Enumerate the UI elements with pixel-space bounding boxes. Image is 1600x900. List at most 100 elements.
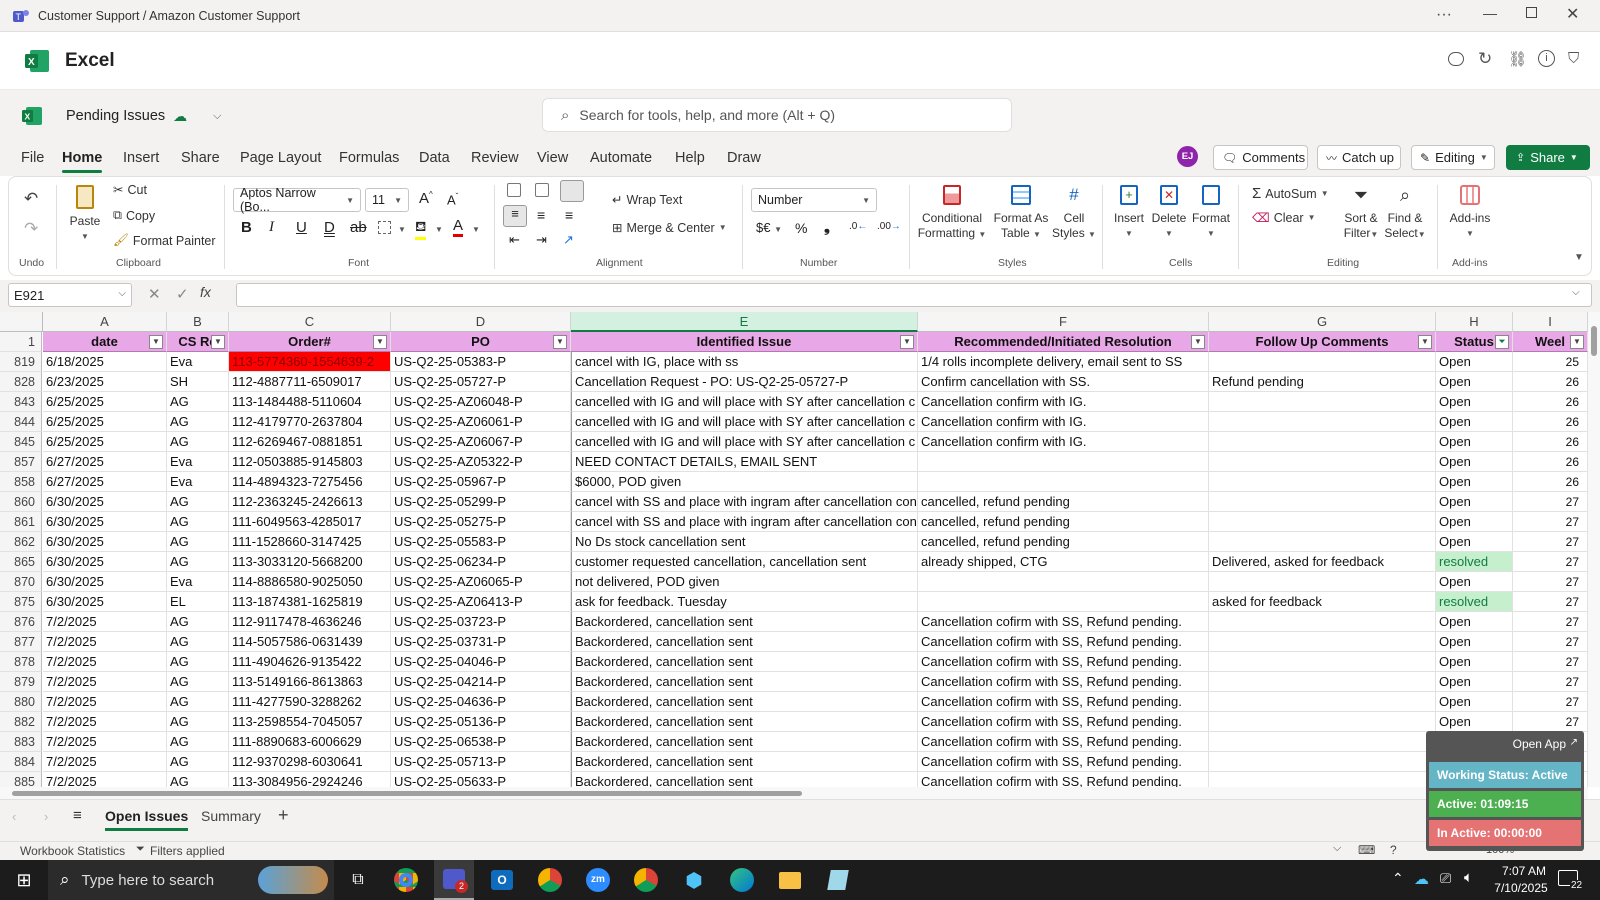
- col-a-cell[interactable]: 6/30/2025: [43, 532, 167, 552]
- col-c-cell[interactable]: 114-5057586-0631439: [229, 632, 391, 652]
- help-icon[interactable]: ?: [1390, 843, 1397, 857]
- select-all-corner[interactable]: [0, 312, 43, 332]
- table-header-cell[interactable]: date ▼: [43, 332, 167, 352]
- col-c-cell[interactable]: 111-4277590-3288262: [229, 692, 391, 712]
- cancel-formula-icon[interactable]: ✕: [148, 285, 161, 303]
- strikethrough-icon[interactable]: ab: [350, 219, 367, 236]
- col-c-cell[interactable]: 111-4904626-9135422: [229, 652, 391, 672]
- col-e-cell[interactable]: cancel with SS and place with ingram aft…: [571, 492, 918, 512]
- maximize-icon[interactable]: [1526, 7, 1537, 18]
- taskbar-file-explorer[interactable]: [770, 860, 810, 900]
- format-painter-button[interactable]: 🖌 Format Painter: [113, 233, 216, 248]
- tab-help[interactable]: Help: [675, 150, 705, 166]
- column-header-a[interactable]: A: [43, 312, 167, 332]
- col-i-cell[interactable]: 27: [1513, 672, 1588, 692]
- orientation-icon[interactable]: ↗: [563, 232, 574, 248]
- col-c-cell[interactable]: 114-8886580-9025050: [229, 572, 391, 592]
- col-a-cell[interactable]: 7/2/2025: [43, 712, 167, 732]
- col-i-cell[interactable]: 27: [1513, 592, 1588, 612]
- tab-home[interactable]: Home: [62, 150, 103, 173]
- row-header[interactable]: 857: [0, 452, 42, 472]
- col-c-cell[interactable]: 112-9117478-4636246: [229, 612, 391, 632]
- col-i-cell[interactable]: 27: [1513, 632, 1588, 652]
- row-header[interactable]: 819: [0, 352, 42, 372]
- row-header[interactable]: 1: [0, 332, 42, 352]
- info-icon[interactable]: i: [1538, 50, 1555, 67]
- col-f-cell[interactable]: Cancellation confirm with IG.: [918, 412, 1209, 432]
- col-e-cell[interactable]: cancel with SS and place with ingram aft…: [571, 512, 918, 532]
- autosum-button[interactable]: Σ AutoSum ▼: [1252, 185, 1329, 202]
- col-h-cell[interactable]: Open: [1436, 432, 1513, 452]
- col-c-cell[interactable]: 113-5149166-8613863: [229, 672, 391, 692]
- ribbon-collapse-icon[interactable]: ▼: [1574, 252, 1584, 263]
- column-header-b[interactable]: B: [167, 312, 229, 332]
- col-i-cell[interactable]: 27: [1513, 512, 1588, 532]
- col-b-cell[interactable]: Eva: [167, 472, 229, 492]
- col-d-cell[interactable]: US-Q2-25-AZ06048-P: [391, 392, 571, 412]
- col-g-cell[interactable]: [1209, 432, 1436, 452]
- table-header-cell[interactable]: CS Re ▼: [167, 332, 229, 352]
- col-c-cell[interactable]: 113-1874381-1625819: [229, 592, 391, 612]
- tab-draw[interactable]: Draw: [727, 150, 761, 166]
- close-icon[interactable]: ✕: [1566, 4, 1579, 24]
- align-center-icon[interactable]: ≡: [537, 207, 545, 223]
- col-i-cell[interactable]: 27: [1513, 492, 1588, 512]
- row-header[interactable]: 882: [0, 712, 42, 732]
- row-header[interactable]: 877: [0, 632, 42, 652]
- row-header[interactable]: 862: [0, 532, 42, 552]
- bold-icon[interactable]: B: [241, 219, 252, 236]
- col-a-cell[interactable]: 6/18/2025: [43, 352, 167, 372]
- table-header-cell[interactable]: PO ▼: [391, 332, 571, 352]
- comments-button[interactable]: 🗨 Comments: [1213, 145, 1308, 170]
- col-c-cell[interactable]: 113-1484488-5110604: [229, 392, 391, 412]
- col-d-cell[interactable]: US-Q2-25-04046-P: [391, 652, 571, 672]
- row-header[interactable]: 861: [0, 512, 42, 532]
- document-name[interactable]: Pending Issues: [66, 108, 165, 124]
- col-f-cell[interactable]: [918, 452, 1209, 472]
- volume-icon[interactable]: 🔈︎: [1464, 869, 1473, 886]
- col-f-cell[interactable]: cancelled, refund pending: [918, 512, 1209, 532]
- col-g-cell[interactable]: [1209, 472, 1436, 492]
- col-d-cell[interactable]: US-Q2-25-06538-P: [391, 732, 571, 752]
- col-f-cell[interactable]: already shipped, CTG: [918, 552, 1209, 572]
- format-as-table-button[interactable]: Format As Table ▼: [991, 185, 1051, 242]
- col-d-cell[interactable]: US-Q2-25-AZ06413-P: [391, 592, 571, 612]
- col-h-cell[interactable]: Open: [1436, 492, 1513, 512]
- col-a-cell[interactable]: 6/30/2025: [43, 592, 167, 612]
- avatar[interactable]: EJ: [1177, 146, 1198, 167]
- col-h-cell[interactable]: Open: [1436, 672, 1513, 692]
- col-e-cell[interactable]: Backordered, cancellation sent: [571, 712, 918, 732]
- col-d-cell[interactable]: US-Q2-25-05713-P: [391, 752, 571, 772]
- increase-indent-icon[interactable]: ⇥: [536, 232, 547, 248]
- merge-center-button[interactable]: ⊞ Merge & Center ▼: [612, 220, 727, 236]
- col-f-cell[interactable]: Cancellation cofirm with SS, Refund pend…: [918, 632, 1209, 652]
- currency-icon[interactable]: $€ ▼: [756, 220, 782, 235]
- tab-share[interactable]: Share: [181, 150, 220, 166]
- col-h-cell[interactable]: resolved: [1436, 552, 1513, 572]
- col-c-cell[interactable]: 113-3033120-5668200: [229, 552, 391, 572]
- col-f-cell[interactable]: Cancellation cofirm with SS, Refund pend…: [918, 732, 1209, 752]
- col-d-cell[interactable]: US-Q2-25-05383-P: [391, 352, 571, 372]
- col-e-cell[interactable]: $6000, POD given: [571, 472, 918, 492]
- table-header-cell[interactable]: Identified Issue ▼: [571, 332, 918, 352]
- col-e-cell[interactable]: NEED CONTACT DETAILS, EMAIL SENT: [571, 452, 918, 472]
- taskbar-chrome-profile[interactable]: [530, 860, 570, 900]
- col-b-cell[interactable]: AG: [167, 392, 229, 412]
- col-i-cell[interactable]: 26: [1513, 392, 1588, 412]
- col-a-cell[interactable]: 6/25/2025: [43, 392, 167, 412]
- col-h-cell[interactable]: Open: [1436, 712, 1513, 732]
- col-f-cell[interactable]: Cancellation cofirm with SS, Refund pend…: [918, 752, 1209, 772]
- tab-page-layout[interactable]: Page Layout: [240, 150, 321, 166]
- col-d-cell[interactable]: US-Q2-25-05727-P: [391, 372, 571, 392]
- col-h-cell[interactable]: Open: [1436, 632, 1513, 652]
- col-d-cell[interactable]: US-Q2-25-AZ06065-P: [391, 572, 571, 592]
- col-g-cell[interactable]: asked for feedback: [1209, 592, 1436, 612]
- onedrive-icon[interactable]: ☁: [1414, 870, 1429, 888]
- clear-button[interactable]: ⌫ Clear ▼: [1252, 210, 1315, 226]
- filter-dropdown-icon[interactable]: ▼: [553, 335, 567, 349]
- add-ins-button[interactable]: Add-ins ▼: [1445, 185, 1495, 241]
- expand-formula-icon[interactable]: ⌵: [1572, 287, 1580, 298]
- filter-dropdown-icon[interactable]: ▼: [900, 335, 914, 349]
- col-i-cell[interactable]: 27: [1513, 692, 1588, 712]
- col-g-cell[interactable]: [1209, 692, 1436, 712]
